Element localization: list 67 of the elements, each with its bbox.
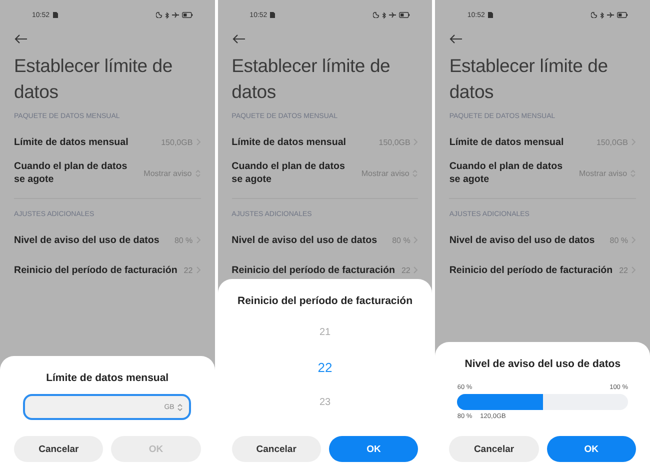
sim-card-icon bbox=[488, 12, 493, 18]
airplane-icon bbox=[607, 12, 614, 18]
setting-value: 22 bbox=[401, 266, 410, 274]
bluetooth-icon bbox=[164, 12, 169, 18]
moon-icon bbox=[156, 12, 162, 18]
setting-label[interactable]: Cuando el plan de datos se agote bbox=[232, 160, 358, 186]
up-down-icon bbox=[412, 168, 418, 178]
setting-label[interactable]: Límite de datos mensual bbox=[449, 136, 592, 148]
setting-value: 80 % bbox=[392, 236, 410, 244]
battery-icon bbox=[399, 12, 410, 18]
setting-value: Mostrar aviso bbox=[144, 168, 192, 178]
chevron-right-icon bbox=[413, 266, 418, 274]
setting-label[interactable]: Límite de datos mensual bbox=[14, 136, 158, 148]
ok-button[interactable]: OK bbox=[546, 436, 636, 462]
chevron-right-icon bbox=[196, 266, 201, 274]
setting-label[interactable]: Cuando el plan de datos se agote bbox=[14, 160, 140, 186]
setting-label[interactable]: Nivel de aviso del uso de datos bbox=[232, 234, 388, 246]
cancel-button[interactable]: Cancelar bbox=[232, 436, 322, 462]
airplane-icon bbox=[172, 12, 179, 18]
chevron-right-icon bbox=[196, 236, 201, 244]
page-title: Establecer límite de datos bbox=[232, 54, 392, 104]
chevron-right-icon bbox=[631, 236, 636, 244]
setting-value: 80 % bbox=[610, 236, 628, 244]
up-down-icon bbox=[630, 168, 636, 178]
moon-icon bbox=[373, 12, 380, 18]
battery-icon bbox=[617, 12, 628, 18]
battery-icon bbox=[182, 12, 193, 18]
moon-icon bbox=[591, 12, 598, 18]
setting-value: Mostrar aviso bbox=[579, 168, 628, 178]
setting-label[interactable]: Reinicio del período de facturación bbox=[232, 264, 398, 276]
chevron-right-icon bbox=[196, 138, 201, 146]
setting-value: 150,0GB bbox=[161, 138, 193, 146]
ok-button[interactable]: OK bbox=[329, 436, 418, 462]
setting-value: 150,0GB bbox=[378, 138, 410, 146]
setting-label[interactable]: Límite de datos mensual bbox=[232, 136, 375, 148]
setting-label[interactable]: Nivel de aviso del uso de datos bbox=[449, 234, 606, 246]
sim-card-icon bbox=[52, 12, 58, 18]
setting-value: 150,0GB bbox=[596, 138, 628, 146]
up-down-icon bbox=[194, 168, 201, 178]
back-arrow-icon[interactable] bbox=[232, 34, 246, 44]
chevron-right-icon bbox=[631, 266, 636, 274]
up-down-icon bbox=[177, 402, 184, 412]
airplane-icon bbox=[389, 12, 396, 18]
sheet-title: Nivel de aviso del uso de datos bbox=[464, 358, 621, 370]
sheet-title: Reinicio del período de facturación bbox=[237, 295, 413, 307]
chevron-right-icon bbox=[413, 236, 418, 244]
setting-label[interactable]: Nivel de aviso del uso de datos bbox=[14, 234, 170, 246]
sheet-title: Límite de datos mensual bbox=[46, 372, 169, 384]
cancel-button[interactable]: Cancelar bbox=[14, 436, 104, 462]
setting-value: 22 bbox=[619, 266, 628, 274]
setting-value: Mostrar aviso bbox=[361, 168, 410, 178]
cancel-button[interactable]: Cancelar bbox=[449, 436, 539, 462]
sim-card-icon bbox=[270, 12, 276, 18]
back-arrow-icon[interactable] bbox=[14, 34, 28, 44]
bluetooth-icon bbox=[382, 12, 386, 18]
page-title: Establecer límite de datos bbox=[449, 54, 609, 104]
setting-label[interactable]: Reinicio del período de facturación bbox=[14, 264, 180, 276]
setting-value: 80 % bbox=[174, 236, 193, 244]
chevron-right-icon bbox=[631, 138, 636, 146]
bluetooth-icon bbox=[600, 12, 604, 18]
slider-track[interactable] bbox=[457, 394, 628, 410]
chevron-right-icon bbox=[413, 138, 418, 146]
setting-value: 22 bbox=[184, 266, 193, 274]
page-title: Establecer límite de datos bbox=[14, 54, 174, 104]
setting-label[interactable]: Reinicio del período de facturación bbox=[449, 264, 616, 276]
setting-label[interactable]: Cuando el plan de datos se agote bbox=[449, 160, 575, 186]
back-arrow-icon[interactable] bbox=[449, 34, 464, 44]
